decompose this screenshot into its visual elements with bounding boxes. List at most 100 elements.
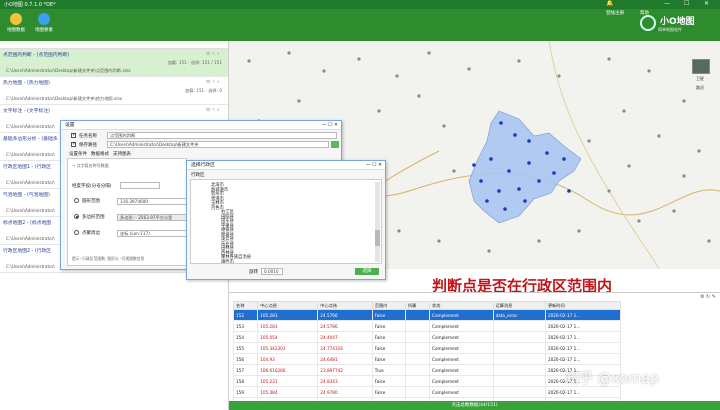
traffic-label[interactable]: 路况 bbox=[696, 85, 704, 91]
zoom-input[interactable]: 0.0010 bbox=[261, 268, 283, 275]
region-tree-scrollbar[interactable] bbox=[375, 182, 380, 262]
column-header[interactable]: 运算消息 bbox=[492, 301, 546, 310]
map-point-inside[interactable] bbox=[499, 121, 503, 125]
map-point-outside[interactable] bbox=[557, 74, 561, 78]
satellite-basemap-thumb[interactable] bbox=[692, 59, 710, 74]
map-point-outside[interactable] bbox=[707, 239, 711, 243]
tab-charts[interactable]: 支持图表 bbox=[113, 151, 131, 157]
table-row[interactable]: 154 105.054 24.4047 False Complement 2020-02-… bbox=[232, 331, 622, 343]
map-point-outside[interactable] bbox=[247, 59, 251, 63]
layer-actions[interactable]: 👁 ✎ ✕ bbox=[206, 79, 220, 84]
map-point-outside[interactable] bbox=[607, 57, 611, 61]
map-point-inside[interactable] bbox=[523, 199, 527, 203]
table-row[interactable]: 159 105.484 24.9780 False Complement 2020-02-… bbox=[232, 386, 622, 398]
polygon-range-radio[interactable] bbox=[74, 214, 79, 219]
map-point-outside[interactable] bbox=[657, 134, 661, 138]
map-point-inside[interactable] bbox=[479, 179, 483, 183]
map-point-inside[interactable] bbox=[552, 171, 556, 175]
lon-column-input[interactable] bbox=[120, 182, 160, 189]
map-point-outside[interactable] bbox=[517, 59, 521, 63]
settings-dialog-controls[interactable]: — ☐ ✕ bbox=[322, 121, 338, 130]
map-point-outside[interactable] bbox=[537, 239, 541, 243]
map-point-outside[interactable] bbox=[442, 124, 446, 128]
map-point-inside[interactable] bbox=[507, 169, 511, 173]
save-path-checkbox[interactable] bbox=[71, 141, 76, 147]
column-header[interactable]: 中心点纬 bbox=[317, 301, 373, 310]
map-point-outside[interactable] bbox=[682, 174, 686, 178]
map-point-outside[interactable] bbox=[357, 57, 361, 61]
map-elements-button[interactable]: 地图要素 bbox=[30, 12, 58, 38]
minimize-button[interactable]: — bbox=[664, 0, 670, 7]
map-point-outside[interactable] bbox=[587, 139, 591, 143]
map-point-inside[interactable] bbox=[517, 187, 521, 191]
region-tree-item[interactable]: 靖西市 bbox=[221, 259, 234, 264]
map-point-inside[interactable] bbox=[562, 157, 566, 161]
map-point-outside[interactable] bbox=[697, 149, 701, 153]
map-point-outside[interactable] bbox=[437, 239, 441, 243]
map-point-outside[interactable] bbox=[672, 209, 676, 213]
map-point-inside[interactable] bbox=[485, 199, 489, 203]
map-point-inside[interactable] bbox=[489, 157, 493, 161]
close-button[interactable]: ✕ bbox=[704, 0, 709, 7]
select-region-button[interactable]: 选择 bbox=[355, 268, 379, 275]
tab-conditions[interactable]: 设置条件 bbox=[69, 151, 87, 157]
map-point-outside[interactable] bbox=[637, 219, 641, 223]
layer-actions[interactable]: 👁 ✎ ✕ bbox=[206, 51, 220, 56]
region-tree[interactable]: 北海市 防城港市 钦州市 贵港市 玉林市 百色市 右江区 田阳县 田东县 平果县 德保县 那坡县 凌云县… bbox=[190, 179, 382, 264]
column-header[interactable]: 所属 bbox=[404, 301, 431, 310]
table-row[interactable]: 152 105.283 24.5766 False Complement data_err… bbox=[232, 309, 622, 321]
maximize-button[interactable]: ☐ bbox=[684, 0, 689, 7]
column-header[interactable]: 名称 bbox=[232, 301, 259, 310]
table-tools[interactable]: ⚙ ↻ ✎ bbox=[700, 294, 716, 300]
column-header[interactable]: 更新时间 bbox=[544, 301, 622, 310]
map-point-inside[interactable] bbox=[527, 161, 531, 165]
map-point-outside[interactable] bbox=[647, 69, 651, 73]
map-point-outside[interactable] bbox=[467, 67, 471, 71]
map-point-outside[interactable] bbox=[417, 94, 421, 98]
map-point-outside[interactable] bbox=[607, 189, 611, 193]
table-row[interactable]: 155 105.342303 24.774316 False Complement 202… bbox=[232, 342, 622, 354]
column-header[interactable]: 中心点经 bbox=[257, 301, 319, 310]
map-point-outside[interactable] bbox=[487, 249, 491, 253]
map-point-outside[interactable] bbox=[452, 169, 456, 173]
map-point-outside[interactable] bbox=[577, 229, 581, 233]
map-point-inside[interactable] bbox=[472, 163, 476, 167]
map-data-button[interactable]: 地图数据 bbox=[2, 12, 30, 38]
map-point-outside[interactable] bbox=[287, 51, 291, 55]
table-row[interactable]: 156 104.93 24.6481 False Complement 2020-02-1… bbox=[232, 353, 622, 365]
task-name-checkbox[interactable] bbox=[71, 132, 76, 138]
map-point-outside[interactable] bbox=[622, 109, 626, 113]
region-tree-scrollbar-thumb[interactable] bbox=[375, 230, 380, 246]
layer-actions[interactable]: 👁 ✎ ✕ bbox=[206, 107, 220, 112]
pin-icon[interactable]: 🔔 bbox=[606, 0, 613, 7]
map-point-outside[interactable] bbox=[427, 51, 431, 55]
table-row[interactable]: 153 105.283 24.5786 False Complement 2020-02-… bbox=[232, 320, 622, 332]
map-point-inside[interactable] bbox=[567, 189, 571, 193]
table-row[interactable]: 157 106.616266 23.897742 True Complement 2020… bbox=[232, 364, 622, 376]
map-point-inside[interactable] bbox=[527, 139, 531, 143]
table-row[interactable]: 158 105.231 24.8343 False Complement 2020-02-… bbox=[232, 375, 622, 387]
save-path-input[interactable]: C:\Users\Administrator\Desktop\新建文件夹 bbox=[107, 141, 329, 148]
map-point-outside[interactable] bbox=[377, 109, 381, 113]
login-link[interactable]: 登陆注册 bbox=[606, 10, 624, 16]
tab-data-format[interactable]: 数据格式 bbox=[91, 151, 109, 157]
point-surround-radio[interactable] bbox=[74, 230, 79, 235]
map-point-outside[interactable] bbox=[322, 69, 326, 73]
layer-item[interactable]: 热力地图 - (热力地图) 👁 ✎ ✕ 加载: 151 · 选择: 0 C:\User… bbox=[0, 77, 228, 105]
region-dialog-controls[interactable]: — ☐ ✕ bbox=[366, 161, 382, 170]
layer-item[interactable]: 点范围内判断 - (点范围内判断) 👁 ✎ ✕ 加载: 151 · 选择: 151 … bbox=[0, 49, 228, 77]
map-point-inside[interactable] bbox=[497, 189, 501, 193]
map-point-outside[interactable] bbox=[682, 99, 686, 103]
map-point-inside[interactable] bbox=[503, 207, 507, 211]
browse-button[interactable] bbox=[331, 141, 339, 148]
map-point-outside[interactable] bbox=[627, 164, 631, 168]
map-point-outside[interactable] bbox=[395, 74, 399, 78]
column-header[interactable]: 范围内 bbox=[371, 301, 406, 310]
map-point-outside[interactable] bbox=[297, 99, 301, 103]
map-point-inside[interactable] bbox=[537, 179, 541, 183]
task-name-input[interactable]: 点范围内判断 bbox=[107, 132, 337, 139]
map-point-inside[interactable] bbox=[513, 133, 517, 137]
column-header[interactable]: 状态 bbox=[429, 301, 494, 310]
circle-range-radio[interactable] bbox=[74, 198, 79, 203]
map-point-inside[interactable] bbox=[545, 151, 549, 155]
